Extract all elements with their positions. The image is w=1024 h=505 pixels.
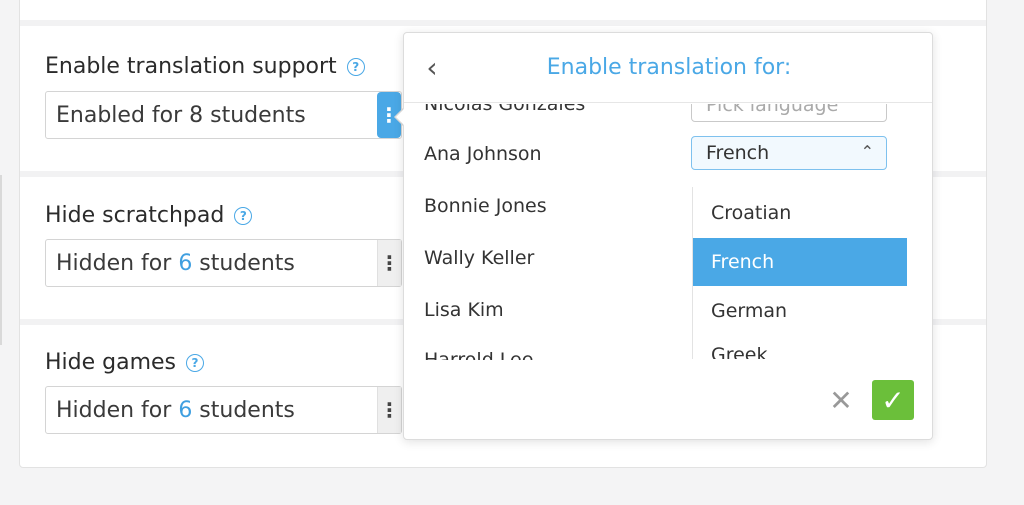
- language-select-open[interactable]: French ⌃: [691, 136, 887, 170]
- language-select[interactable]: Pick language: [691, 104, 887, 122]
- help-icon[interactable]: ?: [186, 353, 205, 372]
- language-option[interactable]: Greek: [693, 331, 907, 359]
- student-name: Bonnie Jones: [424, 195, 547, 217]
- language-dropdown-list[interactable]: (Chinese) Croatian French German Greek: [692, 187, 907, 359]
- scratchpad-setting-field[interactable]: Hidden for 6 students ⋮: [45, 239, 402, 287]
- left-edge-border: [0, 175, 2, 345]
- value-suffix: students: [192, 250, 295, 276]
- games-setting-value: Hidden for 6 students: [46, 398, 377, 423]
- student-name: Lisa Kim: [424, 299, 504, 321]
- value-prefix: Hidden for: [56, 397, 179, 423]
- value-prefix: Hidden for: [56, 250, 179, 276]
- kebab-menu-icon[interactable]: ⋮: [377, 387, 401, 433]
- games-setting-label: Hide games ?: [45, 350, 205, 375]
- student-count: 6: [178, 250, 193, 276]
- student-name: Ana Johnson: [424, 143, 542, 165]
- popover-title: Enable translation for:: [546, 55, 792, 80]
- scratchpad-setting-value: Hidden for 6 students: [46, 251, 377, 276]
- help-icon[interactable]: ?: [346, 57, 365, 76]
- kebab-menu-icon[interactable]: ⋮: [377, 240, 401, 286]
- chevron-up-icon: ⌃: [860, 142, 874, 161]
- language-option-selected[interactable]: French: [693, 238, 907, 286]
- games-setting-title: Hide games: [45, 350, 177, 375]
- scratchpad-setting-label: Hide scratchpad ?: [45, 203, 253, 228]
- popover-arrow-inner: [396, 108, 405, 126]
- translation-setting-value: Enabled for 8 students: [56, 102, 306, 128]
- student-name: Wally Keller: [424, 247, 535, 269]
- language-option[interactable]: Croatian: [693, 189, 907, 237]
- confirm-button[interactable]: ✓: [872, 380, 914, 420]
- games-setting-field[interactable]: Hidden for 6 students ⋮: [45, 386, 402, 434]
- value-suffix: students: [192, 397, 295, 423]
- student-name: Nicolas Gonzales: [424, 104, 586, 115]
- translation-setting-title: Enable translation support: [45, 54, 337, 79]
- language-select-value: French: [706, 142, 770, 164]
- section-divider: [20, 20, 986, 26]
- language-option[interactable]: German: [693, 287, 907, 335]
- student-name: Harrold Lee: [424, 349, 534, 360]
- translation-popover: ‹ Enable translation for: Nicolas Gonzal…: [403, 32, 933, 440]
- cancel-icon[interactable]: ✕: [828, 384, 854, 417]
- translation-setting-label: Enable translation support ?: [45, 54, 365, 79]
- help-icon[interactable]: ?: [234, 206, 253, 225]
- language-select-value: Pick language: [706, 104, 839, 116]
- translation-setting-field[interactable]: Enabled for 8 students ⋮: [45, 91, 402, 139]
- scratchpad-setting-title: Hide scratchpad: [45, 203, 225, 228]
- student-count: 6: [178, 397, 193, 423]
- popover-header: ‹ Enable translation for:: [404, 33, 932, 103]
